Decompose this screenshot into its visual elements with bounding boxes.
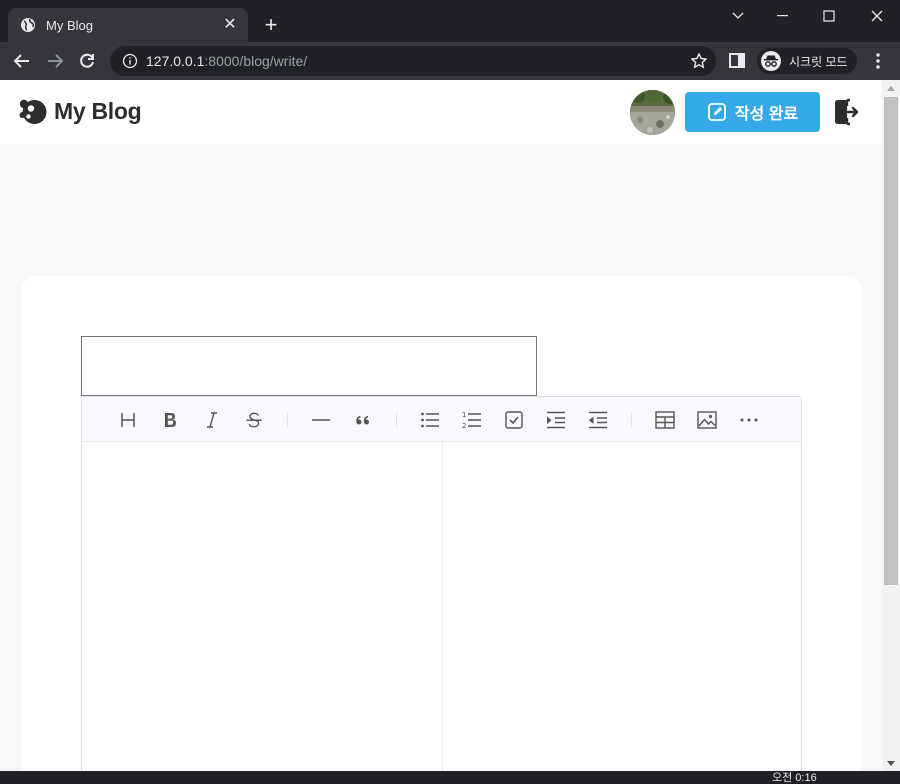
- maximize-icon[interactable]: [806, 0, 852, 32]
- toolbar-divider: [396, 412, 397, 428]
- editor-toolbar: 12: [82, 397, 801, 442]
- logo-text: My Blog: [54, 97, 142, 124]
- tab-search-icon[interactable]: [715, 0, 761, 32]
- svg-text:2: 2: [462, 422, 466, 430]
- tab-title: My Blog: [46, 17, 93, 33]
- edit-icon: [707, 103, 726, 121]
- tab-close-icon[interactable]: ✕: [222, 17, 238, 33]
- markdown-input-pane[interactable]: [82, 442, 442, 771]
- more-icon[interactable]: [737, 408, 761, 432]
- logout-icon[interactable]: [832, 98, 860, 126]
- bold-icon[interactable]: [158, 408, 182, 432]
- page-viewport: My Blog 작성 완료 1 2: [0, 80, 882, 771]
- side-panel-icon[interactable]: [729, 53, 747, 69]
- avatar[interactable]: [630, 90, 675, 135]
- image-icon[interactable]: [695, 408, 719, 432]
- italic-icon[interactable]: [200, 408, 224, 432]
- write-card: 12: [22, 276, 862, 771]
- minimize-icon[interactable]: [760, 0, 806, 32]
- back-arrow-icon[interactable]: [10, 49, 34, 73]
- browser-menu-icon[interactable]: [870, 51, 886, 71]
- site-header: My Blog 작성 완료: [0, 80, 882, 144]
- toolbar-divider: [287, 412, 288, 428]
- submit-post-button[interactable]: 작성 완료: [685, 92, 820, 132]
- svg-text:1: 1: [462, 411, 466, 419]
- scroll-up-arrow-icon[interactable]: [882, 80, 900, 96]
- url-path: :8000/blog/write/: [204, 53, 308, 69]
- task-list-icon[interactable]: [502, 408, 526, 432]
- bullet-list-icon[interactable]: [418, 408, 442, 432]
- url-host: 127.0.0.1: [146, 53, 205, 69]
- ordered-list-icon[interactable]: 12: [460, 408, 484, 432]
- markdown-editor: 12: [81, 396, 802, 771]
- address-bar[interactable]: 127.0.0.1:8000/blog/write/: [110, 46, 716, 76]
- incognito-label: 시크릿 모드: [789, 54, 848, 69]
- table-icon[interactable]: [653, 408, 677, 432]
- incognito-icon: [761, 51, 781, 71]
- browser-tabstrip: My Blog ✕ +: [0, 0, 900, 42]
- globe-icon: [21, 18, 35, 32]
- forward-arrow-icon[interactable]: [43, 49, 67, 73]
- indent-icon[interactable]: [544, 408, 568, 432]
- heading-icon[interactable]: [116, 408, 140, 432]
- new-tab-button[interactable]: +: [260, 14, 282, 36]
- scrollbar-thumb[interactable]: [884, 97, 898, 585]
- site-info-icon[interactable]: [122, 53, 138, 69]
- bookmark-star-icon[interactable]: [690, 52, 708, 70]
- preview-pane: [443, 442, 801, 771]
- hr-icon[interactable]: [309, 408, 333, 432]
- site-logo[interactable]: My Blog: [18, 96, 142, 126]
- outdent-icon[interactable]: [586, 408, 610, 432]
- reload-icon[interactable]: [75, 49, 99, 73]
- incognito-badge[interactable]: 시크릿 모드: [757, 48, 857, 74]
- toolbar-divider: [631, 412, 632, 428]
- submit-post-label: 작성 완료: [734, 106, 799, 123]
- logo-icon: [19, 99, 47, 124]
- quote-icon[interactable]: [351, 408, 375, 432]
- browser-tab[interactable]: My Blog ✕: [8, 8, 248, 42]
- window-close-icon[interactable]: [854, 0, 900, 32]
- taskbar-clock: 오전 0:16: [772, 772, 817, 784]
- browser-toolbar: 127.0.0.1:8000/blog/write/ 시크릿 모드: [0, 42, 900, 80]
- os-taskbar: [0, 771, 900, 781]
- strike-icon[interactable]: [242, 408, 266, 432]
- page-scrollbar[interactable]: [882, 80, 900, 771]
- post-title-input[interactable]: [81, 336, 537, 396]
- scroll-down-arrow-icon[interactable]: [882, 755, 900, 771]
